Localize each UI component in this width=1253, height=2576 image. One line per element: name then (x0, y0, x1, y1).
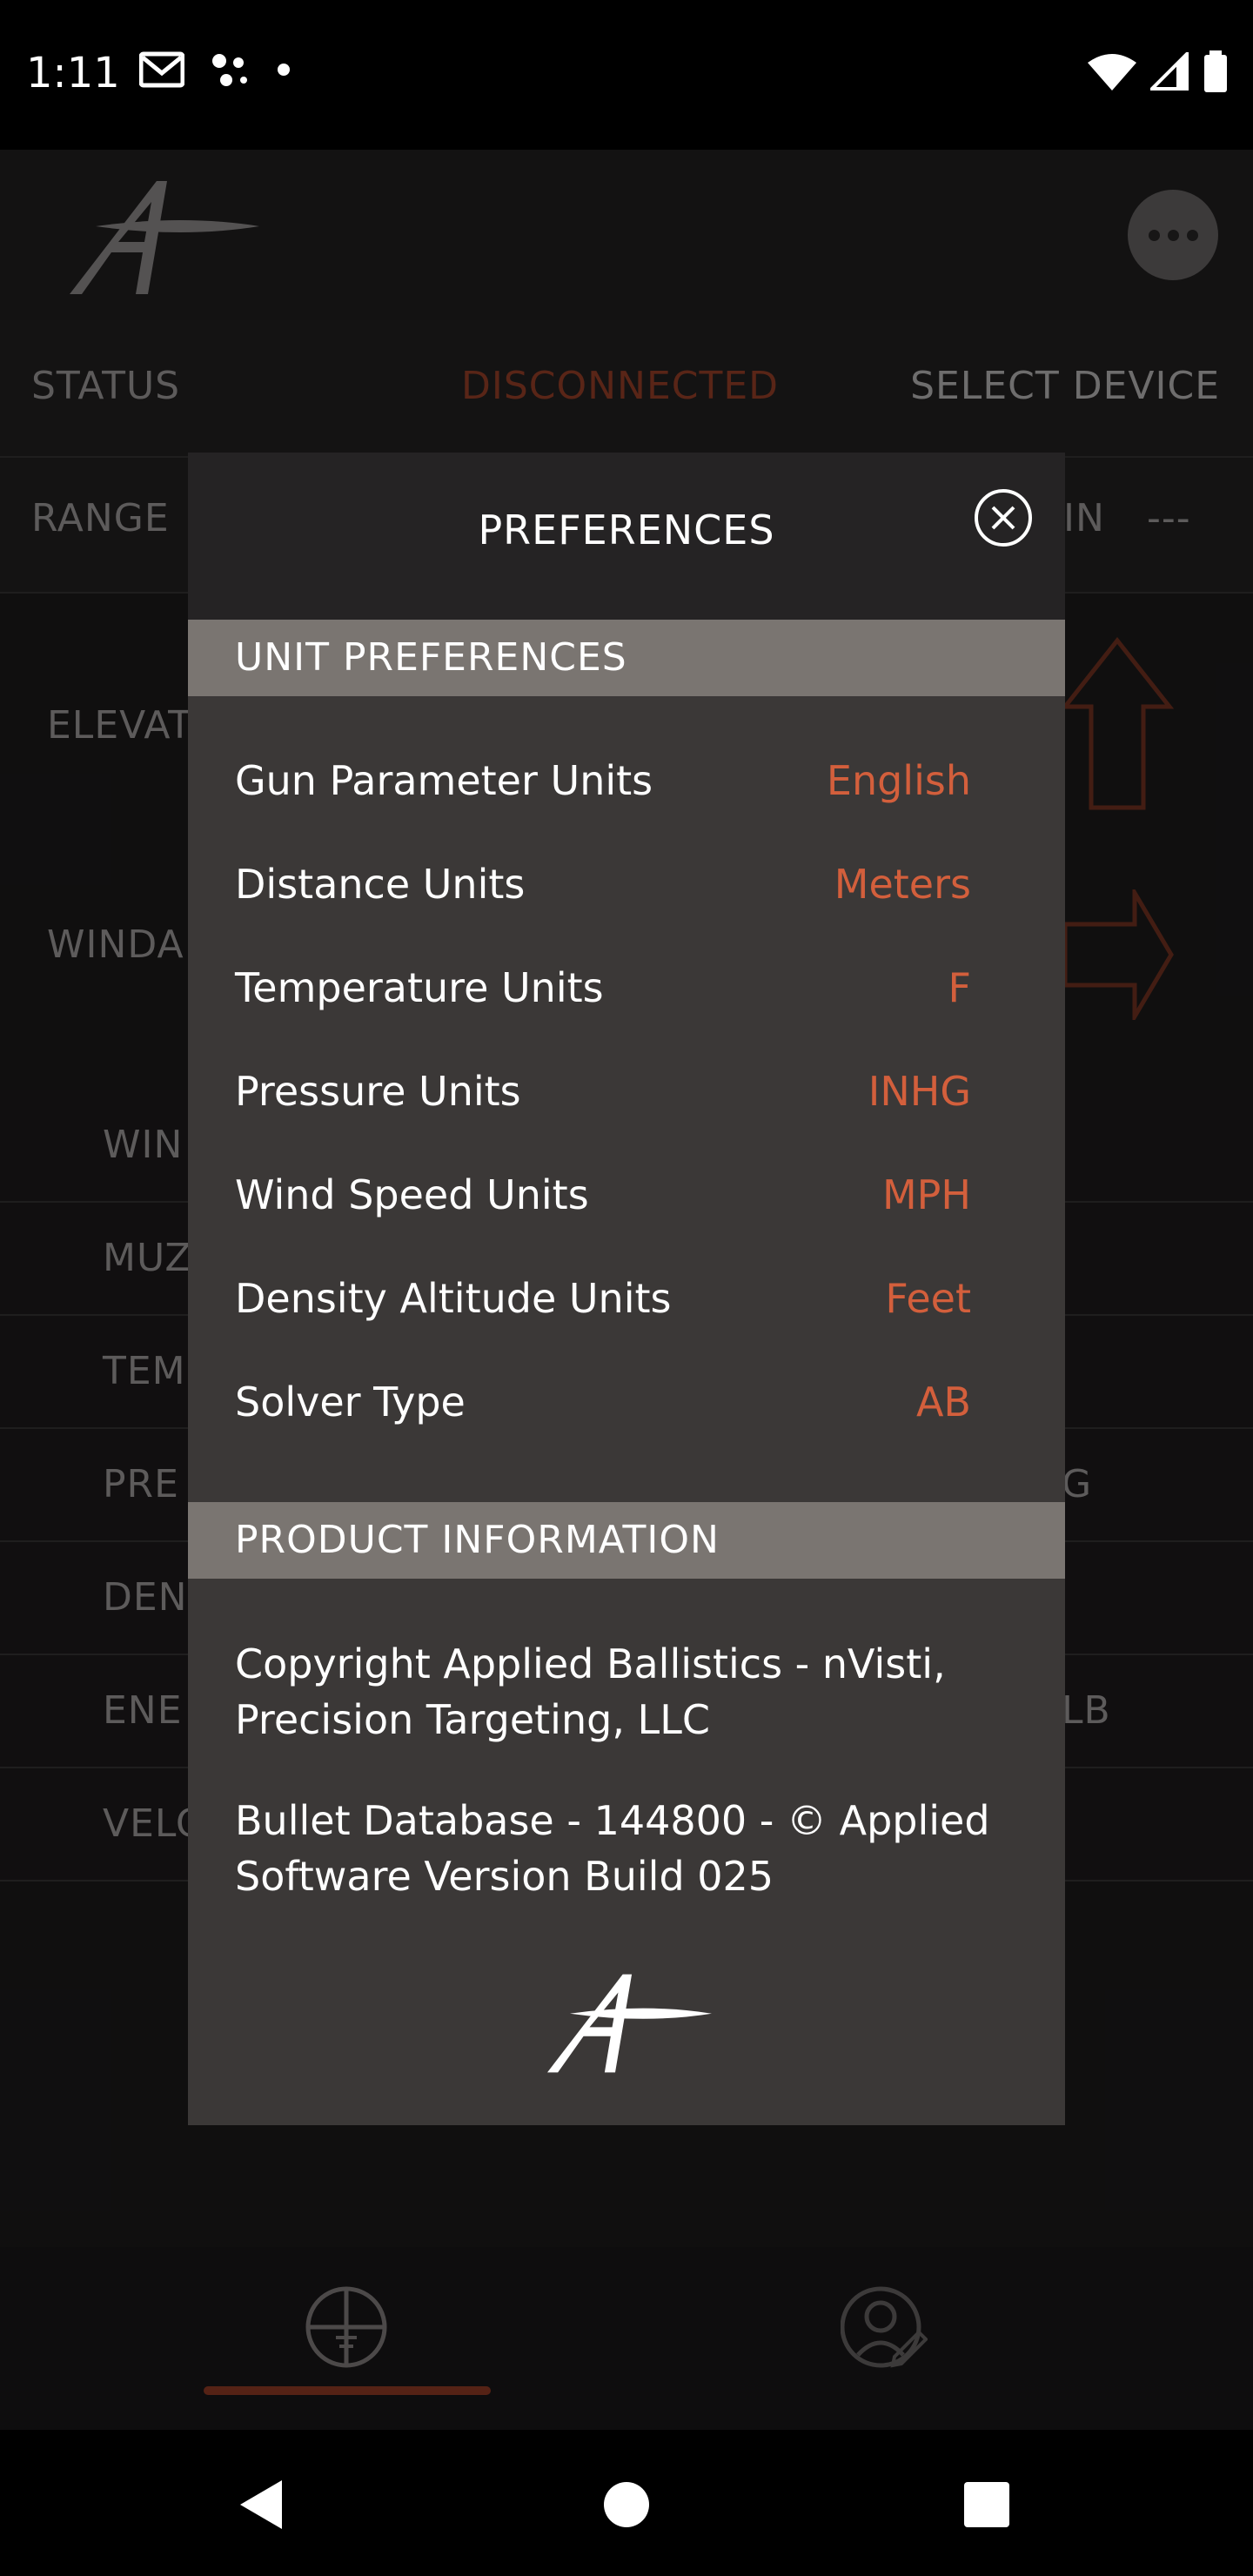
product-information-header: PRODUCT INFORMATION (188, 1502, 1065, 1579)
status-bar: 1:11 (0, 0, 1253, 150)
close-icon[interactable] (973, 487, 1034, 548)
pref-value[interactable]: Meters (834, 861, 971, 908)
pref-label: Gun Parameter Units (235, 757, 653, 804)
wifi-icon (1088, 54, 1136, 91)
pref-row-wind-speed-units[interactable]: Wind Speed Units MPH (235, 1163, 971, 1232)
pref-value[interactable]: Feet (885, 1275, 971, 1322)
pref-row-temperature-units[interactable]: Temperature Units F (235, 956, 971, 1025)
pref-label: Distance Units (235, 861, 526, 908)
software-version-line: Software Version Build 025 (235, 1853, 774, 1900)
back-icon[interactable] (237, 2477, 285, 2532)
pref-label: Density Altitude Units (235, 1275, 672, 1322)
pref-row-distance-units[interactable]: Distance Units Meters (235, 852, 971, 922)
copyright-line-1: Copyright Applied Ballistics - nVisti, (235, 1640, 946, 1687)
section-title: UNIT PREFERENCES (235, 635, 627, 680)
copyright-text: Copyright Applied Ballistics - nVisti, P… (235, 1636, 1035, 1748)
pref-value[interactable]: INHG (868, 1068, 971, 1115)
version-text: Bullet Database - 144800 - © Applied Sof… (235, 1793, 1035, 1904)
pref-row-pressure-units[interactable]: Pressure Units INHG (235, 1059, 971, 1129)
pref-row-density-altitude-units[interactable]: Density Altitude Units Feet (235, 1266, 971, 1336)
home-button[interactable] (604, 2482, 649, 2527)
dialog-title: PREFERENCES (478, 506, 775, 553)
database-line: Bullet Database - 144800 - © Applied (235, 1797, 990, 1844)
pref-label: Temperature Units (235, 964, 604, 1011)
battery-icon (1204, 50, 1227, 92)
recents-button[interactable] (964, 2482, 1009, 2527)
pref-value[interactable]: MPH (882, 1171, 971, 1218)
system-nav-bar (0, 2430, 1253, 2576)
preferences-dialog: PREFERENCES UNIT PREFERENCES Gun Paramet… (188, 453, 1065, 2125)
unit-preferences-header: UNIT PREFERENCES (188, 620, 1065, 696)
pref-label: Wind Speed Units (235, 1171, 589, 1218)
gmail-icon (139, 51, 184, 88)
copyright-line-2: Precision Targeting, LLC (235, 1696, 710, 1743)
notification-icons (139, 50, 292, 89)
dot-indicator-icon (278, 64, 290, 76)
system-icons (1088, 50, 1229, 92)
pref-value[interactable]: English (827, 757, 971, 804)
pref-value[interactable]: F (948, 964, 971, 1011)
status-time: 1:11 (26, 49, 120, 97)
assistant-dots-icon (212, 54, 247, 86)
pref-row-gun-parameter-units[interactable]: Gun Parameter Units English (235, 748, 971, 818)
pref-label: Solver Type (235, 1379, 466, 1426)
pref-row-solver-type[interactable]: Solver Type AB (235, 1370, 971, 1439)
pref-label: Pressure Units (235, 1068, 521, 1115)
section-title: PRODUCT INFORMATION (235, 1518, 720, 1562)
pref-value[interactable]: AB (916, 1379, 971, 1426)
applied-ballistics-logo-icon (547, 1974, 712, 2073)
dialog-header: PREFERENCES (188, 453, 1065, 620)
cell-signal-icon (1150, 52, 1189, 91)
